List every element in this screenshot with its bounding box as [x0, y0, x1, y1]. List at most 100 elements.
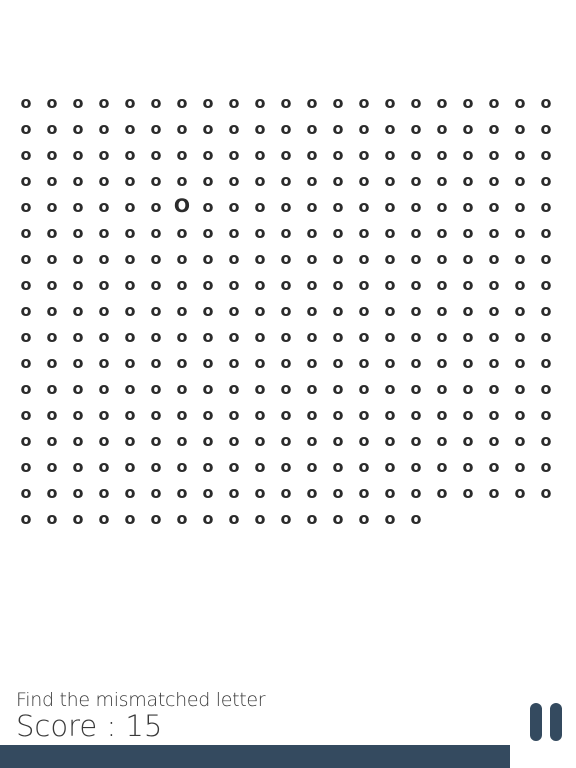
grid-letter[interactable]: o [65, 90, 91, 116]
grid-letter[interactable]: o [65, 506, 91, 532]
grid-letter[interactable]: o [65, 194, 91, 220]
grid-letter[interactable]: o [91, 428, 117, 454]
grid-letter[interactable]: o [39, 454, 65, 480]
grid-letter[interactable]: o [455, 298, 481, 324]
grid-letter[interactable]: o [299, 506, 325, 532]
grid-letter[interactable]: o [429, 116, 455, 142]
grid-letter[interactable]: o [13, 168, 39, 194]
grid-letter[interactable]: o [143, 454, 169, 480]
grid-letter[interactable]: o [273, 168, 299, 194]
grid-letter[interactable]: o [481, 324, 507, 350]
grid-letter[interactable]: o [247, 116, 273, 142]
grid-letter[interactable]: o [169, 506, 195, 532]
grid-letter[interactable]: o [273, 350, 299, 376]
grid-letter[interactable]: o [65, 324, 91, 350]
grid-letter[interactable]: o [533, 298, 559, 324]
grid-letter[interactable]: o [91, 220, 117, 246]
grid-letter[interactable]: o [39, 324, 65, 350]
grid-letter[interactable]: o [351, 376, 377, 402]
grid-letter[interactable]: o [221, 168, 247, 194]
grid-letter[interactable]: o [169, 220, 195, 246]
grid-letter[interactable]: o [247, 246, 273, 272]
grid-letter[interactable]: o [65, 168, 91, 194]
grid-letter[interactable]: o [455, 324, 481, 350]
grid-letter[interactable]: o [117, 168, 143, 194]
grid-letter[interactable]: o [533, 324, 559, 350]
grid-letter[interactable]: o [273, 194, 299, 220]
grid-letter[interactable]: o [325, 298, 351, 324]
grid-letter[interactable]: o [117, 220, 143, 246]
grid-letter[interactable]: o [117, 272, 143, 298]
grid-letter[interactable]: o [195, 194, 221, 220]
grid-letter[interactable]: o [143, 194, 169, 220]
grid-letter[interactable]: o [533, 428, 559, 454]
grid-letter[interactable]: o [13, 324, 39, 350]
grid-letter[interactable]: o [143, 324, 169, 350]
grid-letter[interactable]: o [325, 246, 351, 272]
grid-letter[interactable]: o [195, 402, 221, 428]
grid-letter[interactable]: o [299, 220, 325, 246]
grid-letter[interactable]: o [169, 324, 195, 350]
grid-letter[interactable]: o [351, 428, 377, 454]
grid-letter[interactable]: o [247, 350, 273, 376]
grid-letter[interactable]: o [39, 168, 65, 194]
grid-letter[interactable]: o [299, 454, 325, 480]
grid-letter[interactable]: o [195, 90, 221, 116]
grid-letter[interactable]: o [325, 376, 351, 402]
grid-letter[interactable]: o [13, 142, 39, 168]
grid-letter[interactable]: o [221, 194, 247, 220]
grid-letter[interactable]: o [507, 298, 533, 324]
grid-letter[interactable]: o [169, 90, 195, 116]
grid-letter[interactable]: o [247, 376, 273, 402]
grid-letter[interactable]: o [221, 428, 247, 454]
grid-letter[interactable]: o [273, 246, 299, 272]
grid-letter[interactable]: o [195, 220, 221, 246]
grid-letter[interactable]: o [117, 90, 143, 116]
grid-letter[interactable]: o [273, 454, 299, 480]
grid-letter[interactable]: o [325, 168, 351, 194]
grid-letter[interactable]: o [403, 142, 429, 168]
grid-letter[interactable]: o [403, 116, 429, 142]
grid-letter[interactable]: o [195, 480, 221, 506]
grid-letter[interactable]: o [377, 246, 403, 272]
grid-letter[interactable]: o [429, 324, 455, 350]
grid-letter[interactable]: o [273, 272, 299, 298]
grid-letter[interactable]: o [299, 350, 325, 376]
grid-letter[interactable]: o [325, 272, 351, 298]
grid-letter[interactable]: o [169, 454, 195, 480]
grid-letter[interactable]: o [533, 90, 559, 116]
grid-letter[interactable]: o [195, 506, 221, 532]
grid-letter[interactable]: o [299, 90, 325, 116]
grid-letter[interactable]: o [533, 480, 559, 506]
grid-letter[interactable]: o [533, 168, 559, 194]
grid-letter[interactable]: o [481, 142, 507, 168]
grid-letter[interactable]: o [117, 376, 143, 402]
grid-letter[interactable]: o [65, 428, 91, 454]
grid-letter[interactable]: o [65, 376, 91, 402]
grid-letter[interactable]: o [221, 116, 247, 142]
grid-letter[interactable]: o [195, 168, 221, 194]
grid-letter[interactable]: o [351, 454, 377, 480]
grid-letter[interactable]: o [65, 116, 91, 142]
grid-letter[interactable]: o [221, 376, 247, 402]
grid-letter[interactable]: o [143, 168, 169, 194]
grid-letter[interactable]: o [533, 194, 559, 220]
grid-letter[interactable]: o [507, 220, 533, 246]
grid-letter[interactable]: o [299, 246, 325, 272]
grid-letter[interactable]: o [247, 428, 273, 454]
grid-letter[interactable]: o [221, 402, 247, 428]
grid-letter[interactable]: o [221, 90, 247, 116]
grid-letter[interactable]: o [455, 402, 481, 428]
grid-letter[interactable]: o [195, 116, 221, 142]
grid-letter[interactable]: o [13, 116, 39, 142]
grid-letter[interactable]: o [377, 168, 403, 194]
grid-letter[interactable]: o [351, 142, 377, 168]
grid-letter[interactable]: o [429, 376, 455, 402]
grid-letter[interactable]: o [507, 168, 533, 194]
grid-letter[interactable]: o [403, 298, 429, 324]
grid-letter[interactable]: o [221, 246, 247, 272]
grid-letter[interactable]: o [39, 194, 65, 220]
grid-letter[interactable]: o [169, 428, 195, 454]
grid-letter[interactable]: o [221, 298, 247, 324]
grid-letter[interactable]: o [13, 376, 39, 402]
